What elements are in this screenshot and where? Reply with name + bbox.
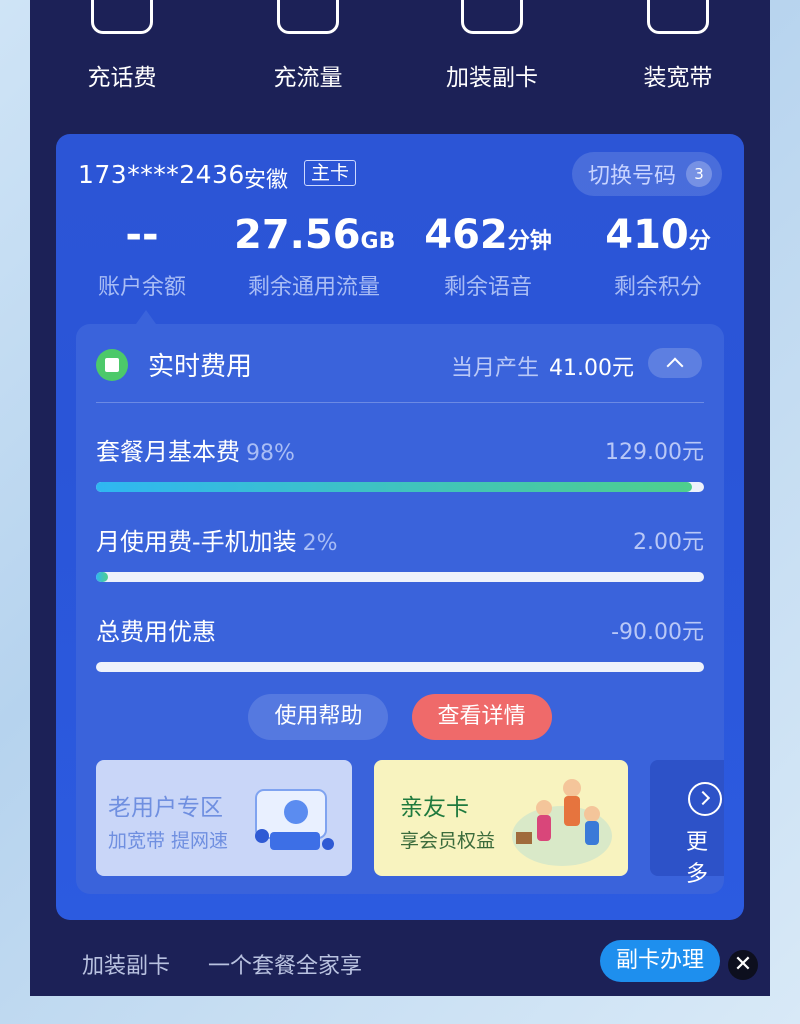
fee-percent: 98%	[246, 441, 295, 466]
fee-progress-bar	[96, 572, 704, 582]
fee-name: 月使用费-手机加装	[96, 528, 297, 556]
stat-value: --	[125, 212, 159, 258]
promo-subtitle: 享会员权益	[400, 830, 496, 852]
broadband-illustration-icon	[255, 789, 334, 850]
stat-unit: GB	[360, 229, 396, 254]
realtime-fee-panel: 实时费用 当月产生 41.00元 套餐月基本费 98% 129.00元 月使用费-手…	[76, 324, 724, 894]
quick-action-broadband[interactable]: 装宽带	[608, 0, 748, 92]
banner-subtitle: 一个套餐全家享	[208, 954, 363, 979]
stat-value: 462	[424, 212, 508, 258]
promo-title: 亲友卡	[400, 795, 469, 821]
fee-progress-bar	[96, 662, 704, 672]
divider	[96, 402, 704, 403]
stat-label: 账户余额	[97, 275, 186, 300]
bill-icon	[96, 348, 128, 381]
quick-action-label: 装宽带	[643, 65, 713, 91]
close-icon[interactable]: ✕	[728, 950, 758, 980]
promo-card-old-user[interactable]: 老用户专区 加宽带 提网速	[96, 760, 352, 876]
fee-amount: 129.00元	[605, 440, 704, 465]
stat-label: 剩余积分	[613, 275, 702, 300]
fee-row: 套餐月基本费 98% 129.00元	[96, 432, 704, 492]
fee-actions: 使用帮助 查看详情	[76, 694, 724, 740]
quick-action-sim[interactable]: 加装副卡	[422, 0, 562, 92]
fee-name: 总费用优惠	[96, 618, 216, 646]
quick-action-recharge[interactable]: 充话费	[52, 0, 192, 92]
month-label: 当月产生	[451, 356, 540, 381]
sim-card-icon	[461, 0, 523, 34]
fee-progress-bar	[96, 482, 704, 492]
quick-action-label: 充话费	[87, 65, 157, 91]
help-button[interactable]: 使用帮助	[248, 694, 389, 740]
fee-name: 套餐月基本费	[96, 438, 240, 466]
fee-progress-fill	[96, 482, 692, 492]
stat-value: 410	[605, 212, 689, 258]
province: 安徽	[244, 168, 289, 193]
stat-label: 剩余通用流量	[247, 275, 380, 300]
promo-card-family[interactable]: 亲友卡 享会员权益	[374, 760, 628, 876]
switch-number-label: 切换号码	[587, 164, 676, 189]
broadband-icon	[647, 0, 709, 34]
more-promos-button[interactable]: 更多	[650, 760, 724, 887]
card-tag: 主卡	[304, 160, 357, 186]
quick-action-label: 充流量	[273, 65, 343, 91]
month-total: 当月产生 41.00元	[451, 350, 634, 382]
switch-number-button[interactable]: 切换号码 3	[571, 152, 722, 196]
account-card: 173****2436 安徽 主卡 切换号码 3 -- 账户余额 27.56GB…	[56, 134, 744, 920]
stat-unit: 分	[688, 229, 711, 254]
fee-title: 实时费用	[148, 352, 253, 382]
fee-amount: -90.00元	[611, 620, 704, 645]
promo-title: 老用户专区	[108, 795, 223, 821]
phone-recharge-icon	[91, 0, 153, 34]
stat-voice[interactable]: 462分钟 剩余语音	[418, 210, 558, 301]
fee-row: 月使用费-手机加装 2% 2.00元	[96, 522, 704, 582]
phone-number: 173****2436	[78, 160, 245, 189]
collapse-button[interactable]	[648, 348, 702, 378]
stat-balance[interactable]: -- 账户余额	[78, 210, 206, 301]
fee-percent: 2%	[302, 531, 338, 556]
promo-subtitle: 加宽带 提网速	[108, 830, 229, 852]
month-amount: 41.00元	[549, 356, 634, 381]
chevron-up-icon	[666, 357, 684, 374]
quick-action-data[interactable]: 充流量	[238, 0, 378, 92]
banner-label: 加装副卡	[82, 954, 171, 979]
pointer-notch	[136, 310, 156, 324]
stat-value: 27.56	[234, 212, 361, 258]
stat-points[interactable]: 410分 剩余积分	[602, 210, 714, 301]
stat-unit: 分钟	[507, 229, 552, 254]
bottom-banner: 加装副卡 一个套餐全家享 副卡办理	[56, 920, 744, 996]
switch-count-badge: 3	[686, 161, 712, 187]
more-label: 更多	[686, 830, 709, 887]
stat-label: 剩余语音	[443, 275, 532, 300]
secondary-card-apply-button[interactable]: 副卡办理	[599, 940, 720, 982]
data-recharge-icon	[277, 0, 339, 34]
chevron-right-icon	[688, 782, 722, 816]
stat-data[interactable]: 27.56GB 剩余通用流量	[234, 210, 396, 301]
fee-row: 总费用优惠 -90.00元	[96, 612, 704, 672]
view-details-button[interactable]: 查看详情	[411, 694, 552, 740]
fee-amount: 2.00元	[633, 530, 704, 555]
quick-action-label: 加装副卡	[446, 65, 538, 91]
fee-progress-fill	[96, 572, 109, 582]
family-illustration-icon	[512, 779, 612, 866]
quick-actions: 充话费 充流量 加装副卡 装宽带	[30, 0, 770, 120]
